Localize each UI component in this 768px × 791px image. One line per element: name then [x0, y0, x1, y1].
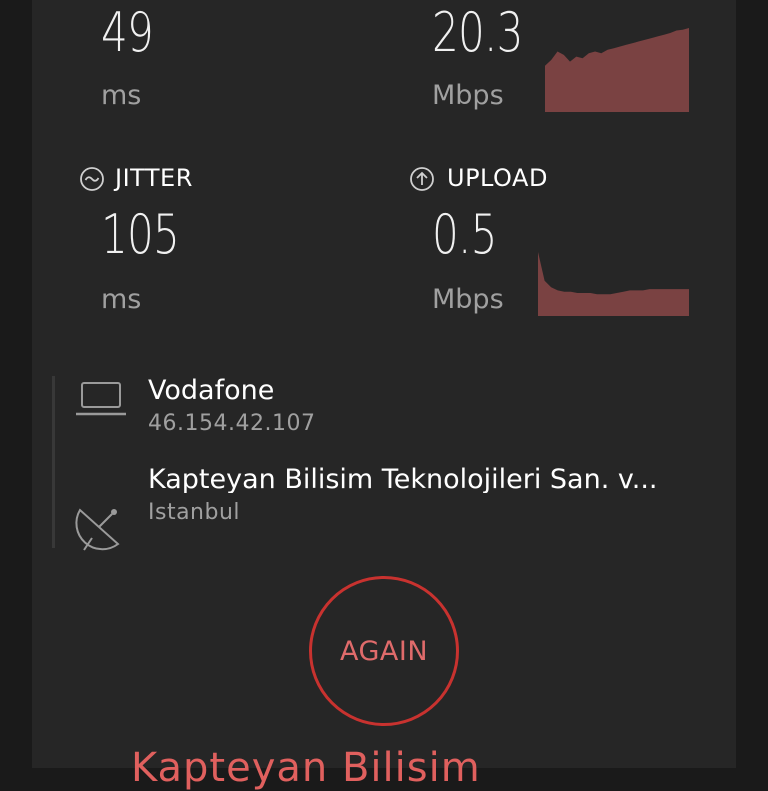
server-name: Kapteyan Bilisim Teknolojileri San. v...: [148, 466, 658, 493]
server-location: Istanbul: [148, 500, 241, 525]
ping-unit: ms: [101, 80, 142, 111]
again-button-label: AGAIN: [339, 635, 429, 667]
upload-graph-area: [538, 252, 689, 316]
laptop-icon: [76, 381, 126, 417]
upload-label: UPLOAD: [447, 164, 548, 192]
sponsor-link[interactable]: Kapteyan Bilisim: [131, 748, 481, 788]
again-button[interactable]: AGAIN: [309, 576, 459, 726]
download-value: 20.3: [432, 1, 523, 64]
satellite-dish-icon: [74, 500, 128, 552]
jitter-label: JITTER: [115, 164, 193, 192]
download-graph: [545, 28, 689, 112]
upload-arrow-icon: [409, 166, 435, 192]
isp-ip: 46.154.42.107: [148, 411, 316, 436]
jitter-unit: ms: [101, 284, 142, 315]
info-divider: [52, 376, 55, 548]
download-unit: Mbps: [432, 80, 504, 111]
upload-unit: Mbps: [432, 284, 504, 315]
jitter-value: 105: [101, 203, 180, 266]
isp-name: Vodafone: [148, 375, 275, 406]
ping-value: 49: [101, 1, 154, 64]
download-graph-area: [545, 28, 689, 112]
upload-graph: [538, 252, 689, 316]
jitter-icon: [79, 166, 105, 192]
upload-value: 0.5: [432, 203, 497, 266]
